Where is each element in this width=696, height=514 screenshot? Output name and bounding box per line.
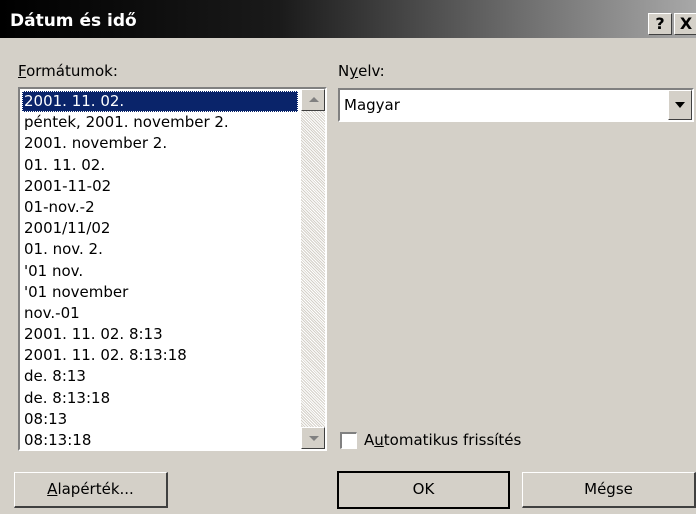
close-button[interactable]: X — [674, 13, 696, 35]
format-item[interactable]: 08:13 — [22, 409, 301, 430]
format-item[interactable]: 2001/11/02 — [22, 218, 301, 239]
formats-scrollbar[interactable] — [301, 89, 325, 449]
format-item[interactable]: de. 8:13 — [22, 366, 301, 387]
format-item[interactable]: 2001. 11. 02. 8:13 — [22, 324, 301, 345]
formats-label: Formátumok: — [18, 62, 118, 80]
format-item[interactable]: 2001. 11. 02. 8:13:18 — [22, 345, 301, 366]
format-item[interactable]: nov.-01 — [22, 303, 301, 324]
title-bar[interactable]: Dátum és idő ? X — [0, 0, 696, 38]
format-item[interactable]: 2001. 11. 02. — [22, 91, 298, 113]
format-item[interactable]: '01 nov. — [22, 261, 301, 282]
ok-button[interactable]: OK — [337, 471, 510, 509]
format-item[interactable]: 2001. november 2. — [22, 133, 301, 154]
scroll-up-arrow-icon — [309, 97, 319, 102]
help-button[interactable]: ? — [648, 13, 672, 35]
auto-update-label[interactable]: Automatikus frissítés — [364, 431, 521, 449]
set-default-button[interactable]: Alapérték... — [14, 472, 168, 508]
chevron-down-icon — [675, 102, 685, 108]
scroll-down-arrow-icon — [309, 436, 319, 441]
scroll-down-button[interactable] — [301, 427, 325, 449]
scroll-up-button[interactable] — [301, 89, 325, 111]
format-item[interactable]: '01 november — [22, 282, 301, 303]
format-item[interactable]: de. 8:13:18 — [22, 388, 301, 409]
language-dropdown-button[interactable] — [668, 90, 692, 120]
format-item[interactable]: péntek, 2001. november 2. — [22, 112, 301, 133]
auto-update-checkbox[interactable] — [340, 432, 357, 449]
format-item[interactable]: 01. nov. 2. — [22, 239, 301, 260]
format-item[interactable]: 01-nov.-2 — [22, 197, 301, 218]
window-title: Dátum és idő — [10, 11, 137, 31]
formats-list[interactable]: 2001. 11. 02. péntek, 2001. november 2. 20… — [22, 91, 301, 449]
language-label: Nyelv: — [338, 62, 385, 80]
format-item[interactable]: 01. 11. 02. — [22, 155, 301, 176]
language-value: Magyar — [344, 96, 400, 114]
format-item[interactable]: 2001-11-02 — [22, 176, 301, 197]
language-select[interactable]: Magyar — [338, 88, 694, 122]
formats-listbox[interactable]: 2001. 11. 02. péntek, 2001. november 2. 20… — [18, 87, 327, 451]
format-item[interactable]: 08:13:18 — [22, 430, 301, 449]
cancel-button[interactable]: Mégse — [522, 472, 696, 508]
